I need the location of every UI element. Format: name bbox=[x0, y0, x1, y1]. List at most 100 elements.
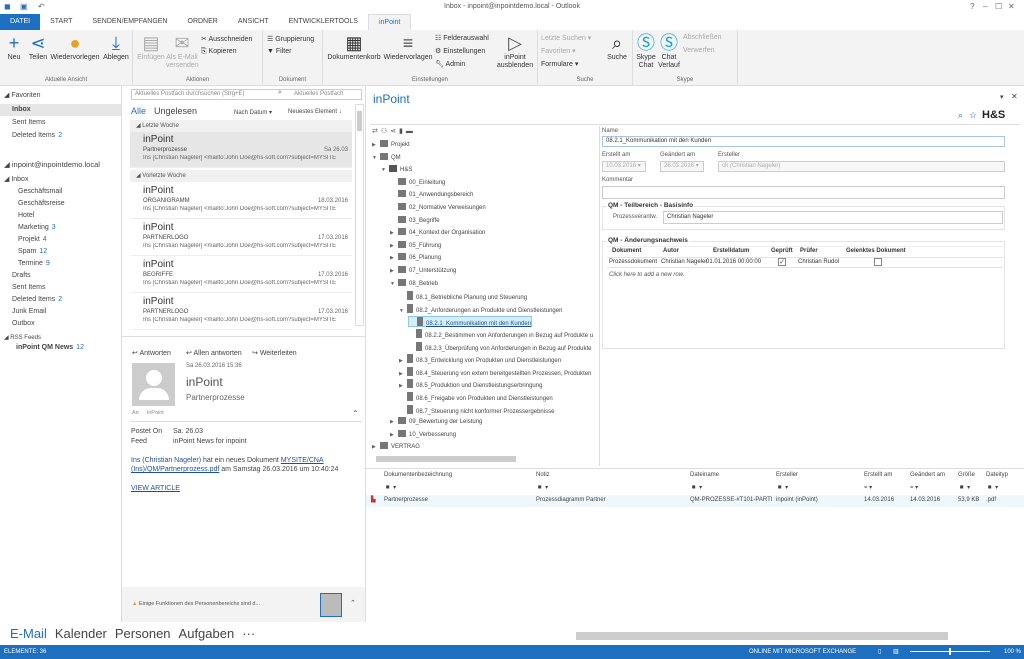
folder-outbox[interactable]: Outbox bbox=[0, 318, 121, 330]
ausschneiden-button[interactable]: ✂ Ausschneiden bbox=[201, 35, 252, 43]
gruppierung-button[interactable]: ☰ Gruppierung bbox=[267, 35, 314, 43]
als-email-button[interactable]: ✉ Als E-Mail versenden bbox=[166, 32, 199, 70]
neu-button[interactable]: + Neu bbox=[4, 32, 24, 62]
expand-icon[interactable]: ▶ bbox=[390, 253, 398, 264]
splitter[interactable] bbox=[599, 126, 600, 466]
tab-ordner[interactable]: ORDNER bbox=[178, 14, 228, 30]
owner-field[interactable]: Christian Nageler bbox=[663, 211, 1003, 224]
collapse-icon[interactable]: ▼ bbox=[390, 279, 398, 290]
folder-sent-items[interactable]: Sent Items bbox=[0, 282, 121, 294]
tree-node[interactable]: 08.2.3_Überprüfung von Anforderungen in … bbox=[408, 341, 591, 353]
comment-field[interactable] bbox=[602, 186, 1005, 199]
view-article-link[interactable]: VIEW ARTICLE bbox=[131, 485, 180, 492]
abschliessen-button[interactable]: Abschließen bbox=[683, 34, 722, 41]
name-field[interactable]: 08.2.1_Kommunikation mit den Kunden bbox=[602, 136, 1005, 147]
collapse-icon[interactable]: ▼ bbox=[399, 306, 407, 317]
collapse-icon[interactable]: ▼ bbox=[381, 165, 389, 176]
column-header[interactable]: Größe bbox=[958, 472, 975, 478]
expand-icon[interactable]: ▶ bbox=[372, 140, 380, 151]
sync-icon[interactable]: ⇄ bbox=[372, 128, 381, 135]
folder-geschaeftsreise[interactable]: Geschäftsreise bbox=[0, 198, 121, 210]
col-dokument[interactable]: Dokument bbox=[612, 248, 641, 254]
skype-chat-button[interactable]: Ⓢ Skype Chat bbox=[635, 32, 657, 70]
add-row-link[interactable]: Click here to add a new row. bbox=[609, 272, 684, 278]
tab-datei[interactable]: DATEI bbox=[0, 14, 41, 30]
message-item[interactable]: inPoint BEGRIFFE 17.03.2016 Ins [Christian … bbox=[130, 257, 352, 293]
column-filter[interactable]: ◾ ▾ bbox=[776, 484, 788, 491]
gelenkt-checkbox[interactable] bbox=[874, 258, 882, 266]
expand-icon[interactable]: ▶ bbox=[390, 228, 398, 239]
folder-hotel[interactable]: Hotel bbox=[0, 210, 121, 222]
tree-node[interactable]: ▶ 05_Führung bbox=[390, 240, 441, 252]
tree-node[interactable]: ▶ 09_Bewertung der Leistung bbox=[390, 417, 482, 428]
trash-icon[interactable]: ▮ bbox=[399, 128, 406, 135]
message-item[interactable]: inPoint PARTNERLOGO 17.03.2016 Ins [Christi… bbox=[130, 294, 352, 330]
tree-node[interactable]: ▼ H&S bbox=[381, 165, 412, 176]
filter-unread[interactable]: Ungelesen bbox=[154, 106, 197, 116]
account-header[interactable]: ◢ inpoint@inpointdemo.local bbox=[0, 159, 121, 171]
felderauswahl-button[interactable]: ☷ Felderauswahl bbox=[435, 34, 489, 42]
tree-node[interactable]: 08.2.2_Bestimmen von Anforderungen in Be… bbox=[408, 329, 593, 340]
documents-horizontal-scrollbar[interactable] bbox=[576, 632, 948, 640]
col-pruefer[interactable]: Prüfer bbox=[800, 248, 818, 254]
expand-icon[interactable]: ▶ bbox=[390, 266, 398, 277]
tree-node[interactable]: ▶ 07_Unterstützung bbox=[390, 266, 456, 277]
message-item[interactable]: inPoint Partnerprozesse Sa 26.03 Ins [Chris… bbox=[130, 132, 352, 168]
tree-node[interactable]: 03_Begriffe bbox=[390, 215, 440, 227]
column-filter[interactable]: ◾ ▾ bbox=[958, 484, 970, 491]
folder-junk-email[interactable]: Junk Email bbox=[0, 306, 121, 318]
formulare-button[interactable]: Formulare ▾ bbox=[541, 60, 578, 68]
tree-node[interactable]: ▶ 08.3_Entwicklung von Produkten und Dien… bbox=[399, 354, 561, 365]
col-erstelldatum[interactable]: Erstelldatum bbox=[713, 248, 749, 254]
tree-node[interactable]: ▶ VERTRAG bbox=[372, 442, 420, 453]
tree-node[interactable]: 08.2.1_Kommunikation mit den Kunden bbox=[408, 316, 533, 328]
expand-icon[interactable]: ▶ bbox=[390, 417, 398, 428]
column-filter[interactable]: = ▾ bbox=[910, 484, 918, 491]
tab-senden-empfangen[interactable]: SENDEN/EMPFANGEN bbox=[82, 14, 177, 30]
reading-view-icon[interactable]: ▥ bbox=[893, 645, 899, 659]
column-filter[interactable]: ◾ ▾ bbox=[536, 484, 548, 491]
expand-icon[interactable]: ▶ bbox=[390, 430, 398, 441]
letzte-suchen-button[interactable]: Letzte Suchen ▾ bbox=[541, 34, 591, 42]
minimize-button[interactable]: – bbox=[983, 2, 987, 11]
wiedervorlagen-button[interactable]: ≡ Wiedervorlagen bbox=[383, 32, 433, 62]
sort-order[interactable]: Neuestes Element ↓ bbox=[288, 109, 342, 115]
folder-geschaeftsmail[interactable]: Geschäftsmail bbox=[0, 186, 121, 198]
column-header[interactable]: Dateityp bbox=[986, 472, 1008, 478]
geprueft-checkbox[interactable]: ✓ bbox=[778, 258, 786, 266]
suche-button[interactable]: ⌕ Suche bbox=[604, 32, 630, 62]
col-autor[interactable]: Autor bbox=[663, 248, 679, 254]
favorite-inbox[interactable]: Inbox bbox=[0, 104, 121, 116]
creator-field[interactable]: ch (Christian Nageler) bbox=[718, 161, 1005, 172]
tree-node[interactable]: ▶ 08.5_Produktion und Dienstleistungserbr… bbox=[399, 379, 542, 390]
col-geprueft[interactable]: Geprüft bbox=[771, 248, 793, 254]
tree-node[interactable]: ▼ 08.2_Anforderungen an Produkte und Dien… bbox=[399, 303, 562, 317]
admin-button[interactable]: 🔧︎ Admin bbox=[435, 60, 465, 68]
column-header[interactable]: Dokumentenbezeichnung bbox=[384, 472, 452, 478]
tree-node[interactable]: 02_Normative Verweisungen bbox=[390, 203, 486, 214]
reply-button[interactable]: ↩ Antworten bbox=[132, 349, 171, 357]
people-icon[interactable]: ⚇ bbox=[381, 128, 390, 135]
expand-icon[interactable]: ▶ bbox=[390, 241, 398, 252]
tree-node[interactable]: 01_Anwendungsbereich bbox=[390, 190, 473, 201]
filter-all[interactable]: Alle bbox=[131, 106, 146, 116]
tree-node[interactable]: ▶ 08.4_Steuerung von extern bereitgestell… bbox=[399, 366, 591, 380]
filter-button[interactable]: ▼ Filter bbox=[267, 48, 291, 55]
favorite-sent-items[interactable]: Sent Items bbox=[0, 117, 121, 129]
folder-drafts[interactable]: Drafts bbox=[0, 270, 121, 282]
reply-all-button[interactable]: ↩ Allen antworten bbox=[186, 349, 242, 357]
tree-node[interactable]: ▼ 08_Betrieb bbox=[390, 278, 438, 290]
expand-icon[interactable]: ▶ bbox=[399, 369, 407, 380]
nav-personen[interactable]: Personen bbox=[115, 626, 171, 641]
favoriten-button[interactable]: Favoriten ▾ bbox=[541, 47, 576, 55]
expand-icon[interactable]: ▶ bbox=[399, 381, 407, 392]
nav-more[interactable]: ··· bbox=[242, 626, 255, 641]
created-date-field[interactable]: 10.03.2016 ▾ bbox=[602, 161, 646, 172]
einstellungen-button[interactable]: ⚙ Einstellungen bbox=[435, 47, 485, 55]
teilen-button[interactable]: ⋖ Teilen bbox=[27, 32, 49, 62]
col-gelenktes-dokument[interactable]: Gelenktes Dokument bbox=[846, 248, 906, 254]
column-header[interactable]: Ersteller bbox=[776, 472, 798, 478]
expand-icon[interactable]: ▶ bbox=[372, 442, 380, 453]
nav-kalender[interactable]: Kalender bbox=[55, 626, 107, 641]
kopieren-button[interactable]: ⎘ Kopieren bbox=[201, 48, 237, 56]
